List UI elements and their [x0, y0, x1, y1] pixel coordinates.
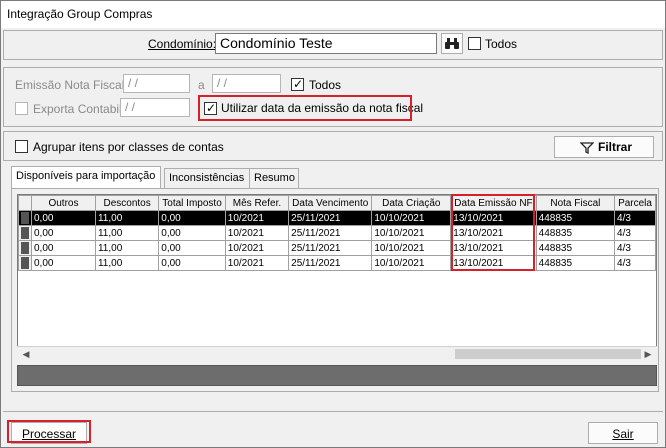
import-grid[interactable]: Outros Descontos Total Imposto Mês Refer… [17, 194, 657, 360]
row-indicator [18, 225, 32, 241]
emissao-todos-checkbox[interactable]: ✓ [291, 77, 304, 91]
cell-nota-fiscal: 448835 [535, 225, 616, 241]
cell-total-imposto: 0,00 [158, 240, 226, 256]
table-row[interactable]: 0,00 11,00 0,00 10/2021 25/11/2021 10/10… [18, 240, 656, 256]
row-indicator [18, 210, 32, 226]
scroll-thumb[interactable] [455, 349, 641, 359]
agrupar-label: Agrupar itens por classes de contas [33, 140, 224, 154]
cell-data-vencimento: 25/11/2021 [288, 240, 373, 256]
grid-table: Outros Descontos Total Imposto Mês Refer… [18, 195, 656, 271]
cell-outros: 0,00 [31, 210, 96, 226]
col-nota-fiscal[interactable]: Nota Fiscal [535, 195, 616, 211]
tab-resumo[interactable]: Resumo [249, 168, 299, 189]
cell-data-criacao: 10/10/2021 [371, 225, 452, 241]
exporta-contabil-date[interactable]: / / [120, 98, 190, 117]
table-row[interactable]: 0,00 11,00 0,00 10/2021 25/11/2021 10/10… [18, 225, 656, 241]
col-mes-refer[interactable]: Mês Refer. [224, 195, 290, 211]
horizontal-scrollbar[interactable]: ◀ ▶ [17, 346, 657, 360]
cell-descontos: 11,00 [94, 225, 160, 241]
cell-parcela: 4/3 [614, 225, 656, 241]
cell-data-vencimento: 25/11/2021 [288, 210, 373, 226]
cell-descontos: 11,00 [94, 210, 160, 226]
cell-descontos: 11,00 [94, 255, 160, 271]
date-separator: a [198, 78, 205, 92]
filtrar-button[interactable]: Filtrar [554, 136, 654, 158]
funnel-icon [580, 142, 594, 154]
table-row[interactable]: 0,00 11,00 0,00 10/2021 25/11/2021 10/10… [18, 210, 656, 226]
sair-label: Sair [612, 427, 634, 441]
cell-data-emissao-nf: 13/10/2021 [450, 225, 537, 241]
title-bar: Integração Group Compras [1, 1, 665, 28]
grid-status-bar [17, 365, 657, 386]
emissao-todos-label: Todos [309, 78, 342, 92]
sair-button[interactable]: Sair [588, 422, 658, 444]
cell-outros: 0,00 [31, 225, 96, 241]
cell-nota-fiscal: 448835 [535, 210, 616, 226]
filters-group [3, 67, 663, 127]
col-data-criacao[interactable]: Data Criação [371, 195, 452, 211]
cell-total-imposto: 0,00 [158, 255, 226, 271]
row-indicator [18, 240, 32, 256]
filtrar-label: Filtrar [598, 140, 633, 154]
cell-parcela: 4/3 [614, 255, 656, 271]
tab-inconsistencias[interactable]: Inconsistências [164, 168, 256, 189]
condominio-todos-label: Todos [485, 37, 518, 51]
cell-data-emissao-nf: 13/10/2021 [450, 210, 537, 226]
scroll-right-icon[interactable]: ▶ [641, 347, 655, 361]
cell-nota-fiscal: 448835 [535, 240, 616, 256]
condominio-todos-checkbox[interactable] [468, 37, 481, 50]
cell-mes-refer: 10/2021 [224, 240, 290, 256]
cell-parcela: 4/3 [614, 210, 656, 226]
emissao-date-to[interactable]: / / [212, 74, 281, 93]
binoculars-icon[interactable] [441, 33, 463, 54]
exporta-contabil-label: Exporta Contabil: [33, 102, 126, 116]
utilizar-data-emissao-checkbox[interactable]: ✓ [204, 101, 217, 115]
integration-window: Integração Group Compras Condomínio: Con… [0, 0, 666, 448]
utilizar-data-emissao-label: Utilizar data da emissão da nota fiscal [221, 101, 424, 115]
cell-descontos: 11,00 [94, 240, 160, 256]
cell-data-vencimento: 25/11/2021 [288, 255, 373, 271]
agrupar-checkbox[interactable] [15, 140, 28, 153]
col-total-imposto[interactable]: Total Imposto [158, 195, 226, 211]
cell-outros: 0,00 [31, 255, 96, 271]
col-data-emissao-nf[interactable]: Data Emissão NF [450, 195, 537, 211]
cell-total-imposto: 0,00 [158, 225, 226, 241]
cell-mes-refer: 10/2021 [224, 225, 290, 241]
cell-data-vencimento: 25/11/2021 [288, 225, 373, 241]
row-indicator-header [18, 195, 32, 211]
exporta-contabil-checkbox[interactable] [15, 102, 28, 115]
cell-total-imposto: 0,00 [158, 210, 226, 226]
col-parcela[interactable]: Parcela [614, 195, 656, 211]
cell-data-criacao: 10/10/2021 [371, 255, 452, 271]
footer-divider [3, 411, 663, 412]
cell-parcela: 4/3 [614, 240, 656, 256]
row-indicator [18, 255, 32, 271]
cell-data-emissao-nf: 13/10/2021 [450, 255, 537, 271]
cell-data-emissao-nf: 13/10/2021 [450, 240, 537, 256]
tab-disponiveis[interactable]: Disponíveis para importação [11, 166, 161, 189]
cell-data-criacao: 10/10/2021 [371, 240, 452, 256]
col-descontos[interactable]: Descontos [94, 195, 160, 211]
col-data-vencimento[interactable]: Data Vencimento [288, 195, 373, 211]
cell-mes-refer: 10/2021 [224, 255, 290, 271]
cell-nota-fiscal: 448835 [535, 255, 616, 271]
cell-outros: 0,00 [31, 240, 96, 256]
emissao-date-from[interactable]: / / [123, 74, 190, 93]
window-title: Integração Group Compras [7, 7, 153, 21]
col-outros[interactable]: Outros [31, 195, 96, 211]
emissao-label: Emissão Nota Fiscal: [15, 78, 128, 92]
condominio-field[interactable]: Condomínio Teste [215, 33, 437, 54]
table-row[interactable]: 0,00 11,00 0,00 10/2021 25/11/2021 10/10… [18, 255, 656, 271]
cell-data-criacao: 10/10/2021 [371, 210, 452, 226]
scroll-left-icon[interactable]: ◀ [19, 347, 33, 361]
condominio-label: Condomínio: [148, 37, 217, 51]
processar-button[interactable]: Processar [11, 422, 87, 444]
cell-mes-refer: 10/2021 [224, 210, 290, 226]
processar-label: Processar [21, 427, 77, 441]
